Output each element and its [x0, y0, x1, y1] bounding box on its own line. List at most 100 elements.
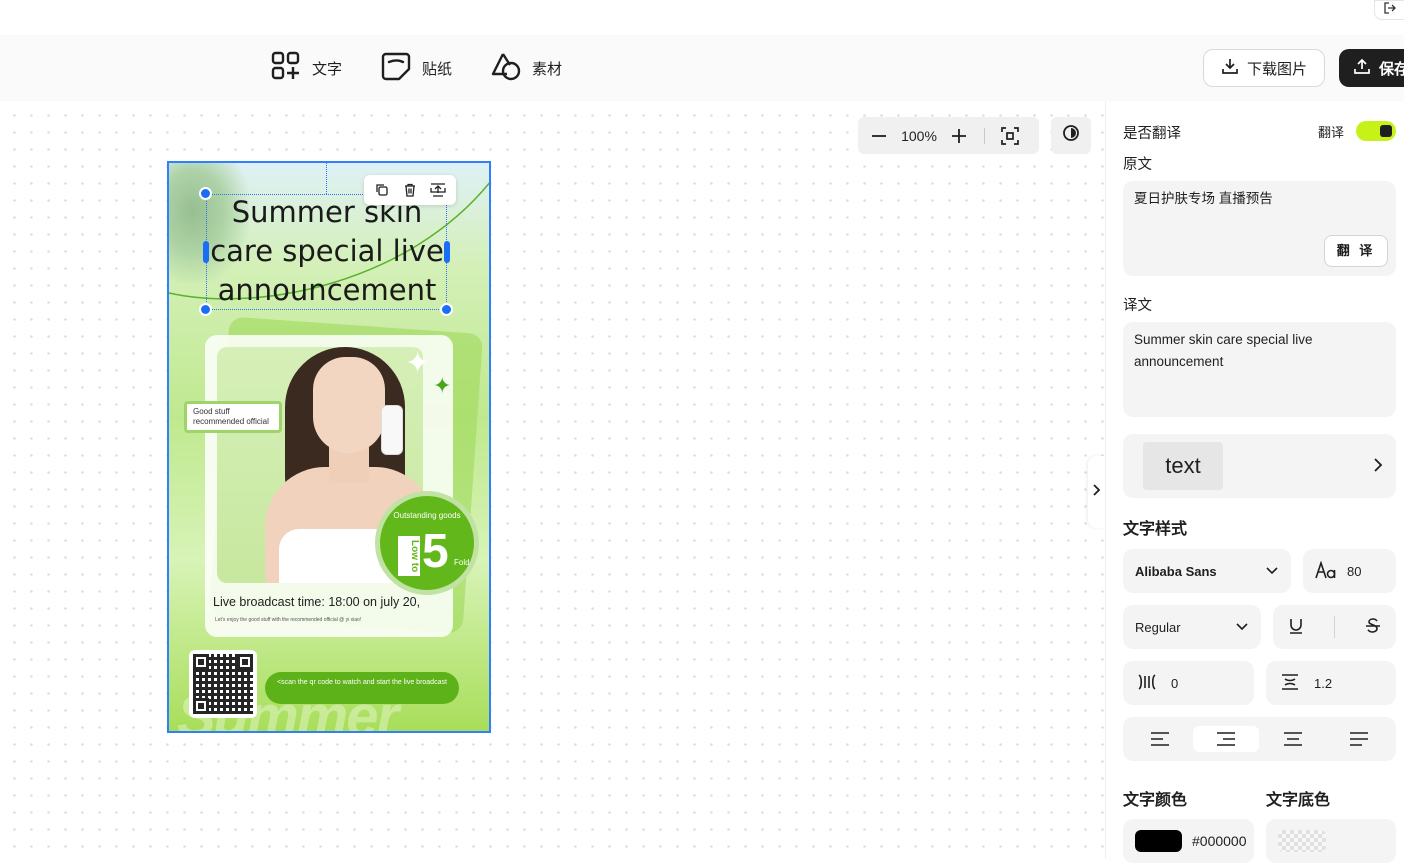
properties-panel: 是否翻译 翻译 原文 夏日护肤专场 直播预告 翻 译 译文 Summer ski…: [1105, 101, 1404, 863]
text-bg-heading: 文字底色: [1266, 792, 1331, 809]
tool-material-label: 素材: [532, 60, 563, 78]
translate-toggle-label: 翻译: [1318, 124, 1345, 140]
zoom-bar: 100%: [858, 117, 1039, 154]
selection-box[interactable]: [206, 194, 447, 310]
target-text: Summer skin care special live announceme…: [1134, 332, 1313, 369]
align-justify-button[interactable]: [1326, 726, 1392, 752]
zoom-divider: [984, 127, 985, 144]
line-height-icon: [1280, 673, 1300, 694]
letter-spacing-field[interactable]: 0: [1123, 661, 1254, 705]
chevron-down-icon: [1265, 564, 1279, 579]
chevron-right-icon: [1372, 456, 1384, 479]
zoom-out-button[interactable]: [868, 125, 890, 147]
exit-button[interactable]: [1374, 0, 1404, 20]
top-toolbar: 文字 贴纸 素材 下载图片 保存: [0, 35, 1404, 101]
zoom-level: 100%: [901, 127, 937, 144]
line-height-field[interactable]: 1.2: [1266, 661, 1396, 705]
contrast-icon: [1062, 124, 1080, 147]
align-center-button[interactable]: [1260, 726, 1326, 752]
align-right-button[interactable]: [1193, 726, 1260, 752]
delete-icon[interactable]: [401, 181, 419, 199]
grid-plus-icon: [270, 50, 302, 86]
target-label: 译文: [1123, 298, 1152, 314]
font-size-field[interactable]: 80: [1303, 549, 1396, 593]
design-canvas[interactable]: 100% ✦ ✦ Good stuff recommended official: [0, 101, 1105, 859]
resize-handle-bottom-right[interactable]: [440, 303, 453, 316]
badge-number: 5: [422, 525, 449, 578]
text-preset-preview: text: [1143, 442, 1223, 490]
translate-toggle[interactable]: [1356, 121, 1397, 141]
text-bg-color-picker[interactable]: [1266, 819, 1396, 863]
resize-handle-right[interactable]: [444, 241, 450, 263]
live-time-text: Live broadcast time: 18:00 on july 20,: [213, 595, 421, 609]
download-image-button[interactable]: 下载图片: [1203, 49, 1325, 87]
text-color-heading: 文字颜色: [1123, 792, 1188, 809]
transparent-swatch: [1278, 830, 1326, 852]
selection-guide-line: [326, 163, 327, 194]
shapes-icon: [490, 50, 522, 86]
download-image-label: 下载图片: [1246, 60, 1307, 78]
align-left-button[interactable]: [1127, 726, 1193, 752]
good-stuff-tag: Good stuff recommended official: [184, 401, 282, 433]
badge-fold-text: Fold: [454, 558, 470, 567]
text-color-swatch: [1135, 830, 1182, 852]
letter-spacing-icon: [1137, 673, 1157, 694]
download-icon: [1221, 57, 1239, 79]
tool-material[interactable]: 素材: [490, 51, 562, 85]
sticker-icon: [380, 50, 412, 86]
translate-toggle-group: 翻译: [1318, 121, 1397, 141]
badge-top-text: Outstanding goods: [393, 511, 461, 520]
fit-screen-button[interactable]: [999, 125, 1021, 147]
tool-sticker-label: 贴纸: [422, 60, 453, 78]
translate-button[interactable]: 翻 译: [1324, 235, 1388, 267]
badge-low-text: Low to: [398, 536, 420, 576]
underline-icon[interactable]: [1287, 617, 1305, 638]
source-text: 夏日护肤专场 直播预告: [1134, 191, 1273, 206]
target-textarea[interactable]: Summer skin care special live announceme…: [1123, 322, 1396, 417]
letter-spacing-value: 0: [1171, 675, 1179, 691]
top-strip: [0, 0, 1404, 35]
font-size-icon: [1315, 559, 1337, 582]
discount-badge: Outstanding goods Low to 5 Fold: [375, 491, 479, 595]
decoration-divider: [1333, 616, 1335, 638]
exit-icon: [1383, 1, 1397, 20]
source-label: 原文: [1123, 157, 1152, 173]
source-textarea[interactable]: 夏日护肤专场 直播预告 翻 译: [1123, 181, 1396, 276]
font-size-value: 80: [1347, 563, 1362, 579]
text-color-picker[interactable]: #000000: [1123, 819, 1254, 863]
font-family-value: Alibaba Sans: [1135, 563, 1217, 579]
contrast-toggle-button[interactable]: [1051, 117, 1091, 154]
zoom-in-button[interactable]: [948, 125, 970, 147]
tool-text[interactable]: 文字: [270, 51, 342, 85]
upload-icon: [1353, 57, 1371, 79]
sparkle-small-icon: ✦: [433, 373, 452, 398]
translate-question-label: 是否翻译: [1123, 126, 1181, 142]
live-sub-text: Let's enjoy the good stuff with the reco…: [215, 617, 362, 623]
save-button[interactable]: 保存: [1339, 49, 1404, 87]
tool-sticker[interactable]: 贴纸: [380, 51, 452, 85]
line-height-value: 1.2: [1314, 675, 1333, 691]
font-weight-select[interactable]: Regular: [1123, 605, 1261, 649]
strikethrough-icon[interactable]: [1364, 617, 1382, 638]
element-float-toolbar: [364, 175, 456, 205]
font-weight-value: Regular: [1135, 619, 1181, 635]
layer-up-icon[interactable]: [429, 181, 447, 199]
panel-collapse-button[interactable]: [1088, 456, 1105, 528]
resize-handle-bottom-left[interactable]: [199, 303, 212, 316]
text-color-value: #000000: [1192, 833, 1247, 849]
chevron-right-icon: [1092, 483, 1102, 502]
text-style-heading: 文字样式: [1123, 521, 1188, 538]
resize-handle-left[interactable]: [203, 241, 209, 263]
sparkle-icon: ✦: [405, 347, 431, 380]
scan-qr-banner: <scan the qr code to watch and start the…: [265, 672, 459, 704]
font-family-select[interactable]: Alibaba Sans: [1123, 549, 1291, 593]
resize-handle-top-left[interactable]: [199, 187, 212, 200]
text-align-group: [1123, 717, 1396, 761]
copy-icon[interactable]: [373, 181, 391, 199]
poster-artboard[interactable]: ✦ ✦ Good stuff recommended official Outs…: [167, 161, 491, 733]
save-label: 保存: [1379, 60, 1404, 78]
chevron-down-icon: [1235, 620, 1249, 635]
text-preset-selector[interactable]: text: [1123, 434, 1396, 498]
text-decoration-group: [1273, 605, 1396, 649]
qr-code: [189, 650, 257, 718]
